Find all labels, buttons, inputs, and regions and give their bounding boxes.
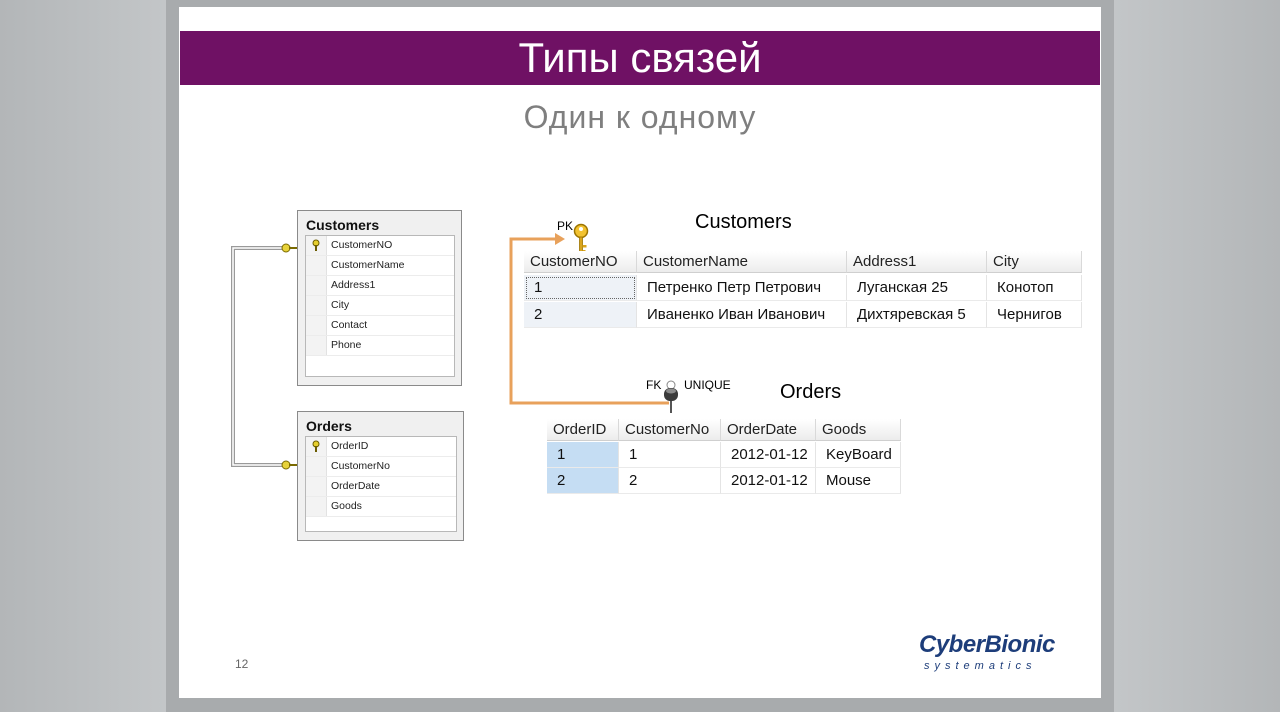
page-number: 12 [235, 657, 249, 671]
fk-label: FK [646, 378, 662, 392]
grid-cell[interactable]: 1 [524, 275, 637, 301]
unique-label: UNIQUE [684, 378, 731, 392]
orders-grid-label: Orders [780, 381, 842, 403]
slide: Типы связей Один к одному Customers Cust… [179, 7, 1101, 698]
grid-cell[interactable]: Петренко Петр Петрович [637, 275, 847, 301]
designer-column-name: CustomerName [331, 259, 405, 271]
grid-header[interactable]: OrderID [547, 419, 619, 441]
designer-column[interactable]: OrderID [306, 437, 456, 457]
grid-cell[interactable]: 2 [524, 302, 637, 328]
key-icon [281, 460, 297, 470]
right-margin [1114, 0, 1280, 712]
designer-orders-columns: OrderID CustomerNo OrderDate Goods [305, 436, 457, 532]
grid-cell[interactable]: Дихтяревская 5 [847, 302, 987, 328]
designer-column-name: City [331, 299, 350, 311]
grid-header[interactable]: CustomerNo [619, 419, 721, 441]
grid-header[interactable]: City [987, 251, 1082, 273]
grid-cell[interactable]: Конотоп [987, 275, 1082, 301]
grid-cell[interactable]: KeyBoard [816, 442, 901, 468]
grid-cell[interactable]: 2012-01-12 [721, 468, 816, 494]
designer-column[interactable]: CustomerNo [306, 457, 456, 477]
grid-cell[interactable]: 1 [619, 442, 721, 468]
grid-cell[interactable]: 2 [547, 468, 619, 494]
customers-grid-label: Customers [695, 211, 792, 233]
grid-header[interactable]: CustomerNO [524, 251, 637, 273]
designer-column[interactable]: Phone [306, 336, 454, 356]
designer-column-name: Address1 [331, 279, 376, 291]
pk-label: PK [557, 219, 574, 233]
designer-column-name: OrderID [331, 440, 369, 452]
designer-column[interactable]: OrderDate [306, 477, 456, 497]
cyberbionic-logo: CyberBionic systematics [919, 631, 1069, 675]
designer-column-name: OrderDate [331, 480, 381, 492]
designer-customers-title: Customers [306, 217, 380, 233]
grid-cell[interactable]: 2 [619, 468, 721, 494]
grid-header[interactable]: OrderDate [721, 419, 816, 441]
key-icon [281, 243, 297, 253]
designer-customers-table[interactable]: Customers CustomerNO CustomerName Addres… [297, 210, 462, 386]
grid-cell[interactable]: 2012-01-12 [721, 442, 816, 468]
designer-column[interactable]: Address1 [306, 276, 454, 296]
designer-customers-columns: CustomerNO CustomerName Address1 City Co… [305, 235, 455, 377]
designer-column[interactable]: Contact [306, 316, 454, 336]
grid-header[interactable]: Address1 [847, 251, 987, 273]
designer-column[interactable]: Goods [306, 497, 456, 517]
designer-column[interactable]: CustomerName [306, 256, 454, 276]
logo-brand: CyberBionic [919, 631, 1055, 658]
logo-tagline: systematics [924, 660, 1037, 672]
designer-orders-table[interactable]: Orders OrderID CustomerNo OrderDate Good… [297, 411, 464, 541]
primary-key-icon [312, 239, 320, 251]
designer-column-name: CustomerNo [331, 460, 390, 472]
grid-cell[interactable]: Луганская 25 [847, 275, 987, 301]
designer-column-name: CustomerNO [331, 239, 393, 251]
grid-cell[interactable]: Чернигов [987, 302, 1082, 328]
grid-header[interactable]: CustomerName [637, 251, 847, 273]
designer-column[interactable]: City [306, 296, 454, 316]
grid-cell[interactable]: Иваненко Иван Иванович [637, 302, 847, 328]
primary-key-icon [312, 440, 320, 452]
unique-key-icon [664, 380, 678, 413]
relation-arrowhead [555, 233, 565, 245]
orders-grid: OrderID CustomerNo OrderDate Goods 1 1 2… [547, 419, 901, 495]
grid-cell[interactable]: 1 [547, 442, 619, 468]
designer-column-name: Contact [331, 319, 368, 331]
designer-column-name: Goods [331, 500, 362, 512]
designer-column-name: Phone [331, 339, 362, 351]
grid-cell[interactable]: Mouse [816, 468, 901, 494]
customers-grid: CustomerNO CustomerName Address1 City 1 … [524, 251, 1082, 331]
left-margin [0, 0, 166, 712]
designer-orders-title: Orders [306, 418, 352, 434]
grid-header[interactable]: Goods [816, 419, 901, 441]
designer-column[interactable]: CustomerNO [306, 236, 454, 256]
